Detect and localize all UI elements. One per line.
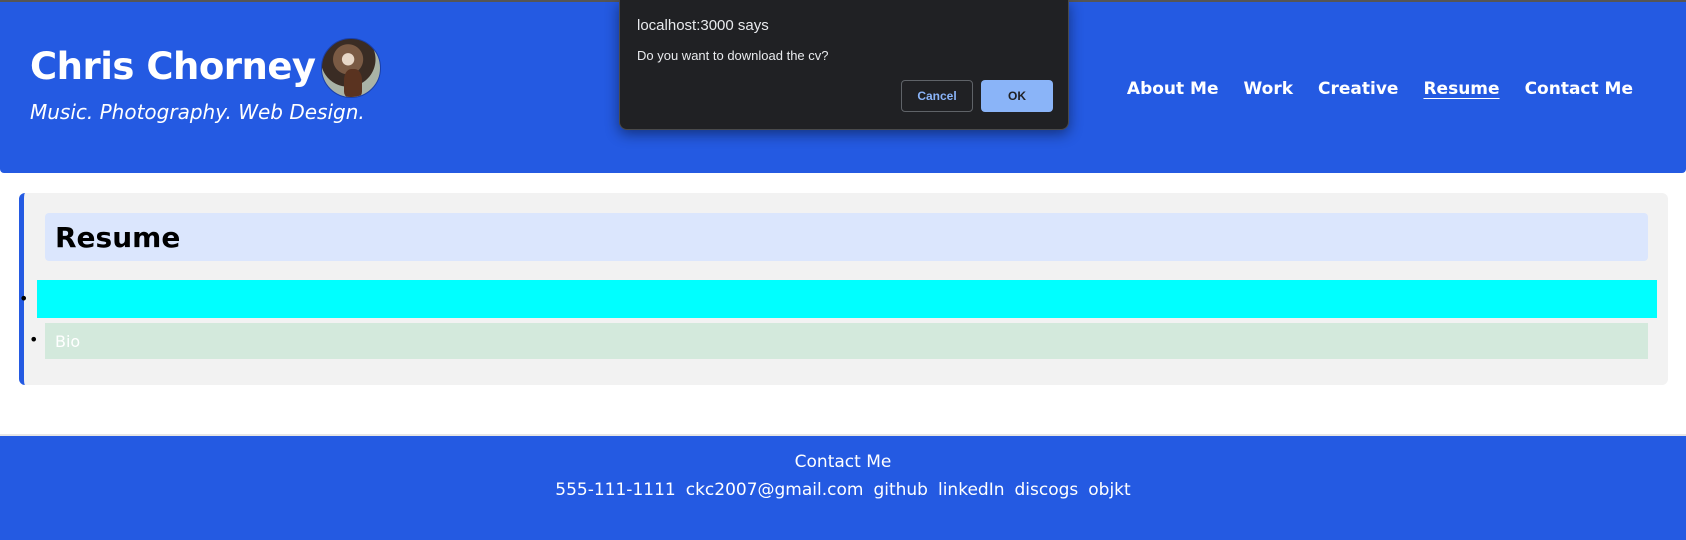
list-bullet: • <box>19 289 29 308</box>
footer-objkt-link[interactable]: objkt <box>1088 480 1130 500</box>
site-title: Chris Chorney <box>30 44 316 88</box>
dialog-message: Do you want to download the cv? <box>637 48 829 63</box>
ok-button[interactable]: OK <box>981 80 1053 112</box>
footer-linkedin-link[interactable]: linkedIn <box>938 480 1005 500</box>
footer-email[interactable]: ckc2007@gmail.com <box>686 480 864 500</box>
footer-discogs-link[interactable]: discogs <box>1014 480 1078 500</box>
site-footer: Contact Me 555-111-1111 ckc2007@gmail.co… <box>0 434 1686 540</box>
footer-phone[interactable]: 555-111-1111 <box>555 480 675 500</box>
brand-row: Chris Chorney <box>30 34 381 98</box>
footer-github-link[interactable]: github <box>873 480 928 500</box>
cv-download-item[interactable] <box>37 280 1657 318</box>
page-title: Resume <box>45 213 1648 261</box>
main-nav: About Me Work Creative Resume Contact Me <box>1127 79 1633 99</box>
nav-work[interactable]: Work <box>1244 79 1294 99</box>
footer-links: 555-111-1111 ckc2007@gmail.com github li… <box>0 480 1686 500</box>
nav-about-me[interactable]: About Me <box>1127 79 1219 99</box>
nav-creative[interactable]: Creative <box>1318 79 1398 99</box>
footer-title: Contact Me <box>794 452 892 472</box>
brand: Chris Chorney Music. Photography. Web De… <box>30 34 381 124</box>
avatar <box>320 38 381 98</box>
cancel-button[interactable]: Cancel <box>901 80 973 112</box>
resume-section: Resume • • Bio <box>19 193 1668 385</box>
tagline: Music. Photography. Web Design. <box>30 100 365 124</box>
confirm-dialog: localhost:3000 says Do you want to downl… <box>619 0 1069 130</box>
nav-contact-me[interactable]: Contact Me <box>1525 79 1633 99</box>
list-bullet: • <box>29 330 39 349</box>
dialog-title: localhost:3000 says <box>637 17 769 34</box>
nav-resume[interactable]: Resume <box>1423 79 1499 99</box>
bio-item[interactable]: Bio <box>45 323 1648 359</box>
